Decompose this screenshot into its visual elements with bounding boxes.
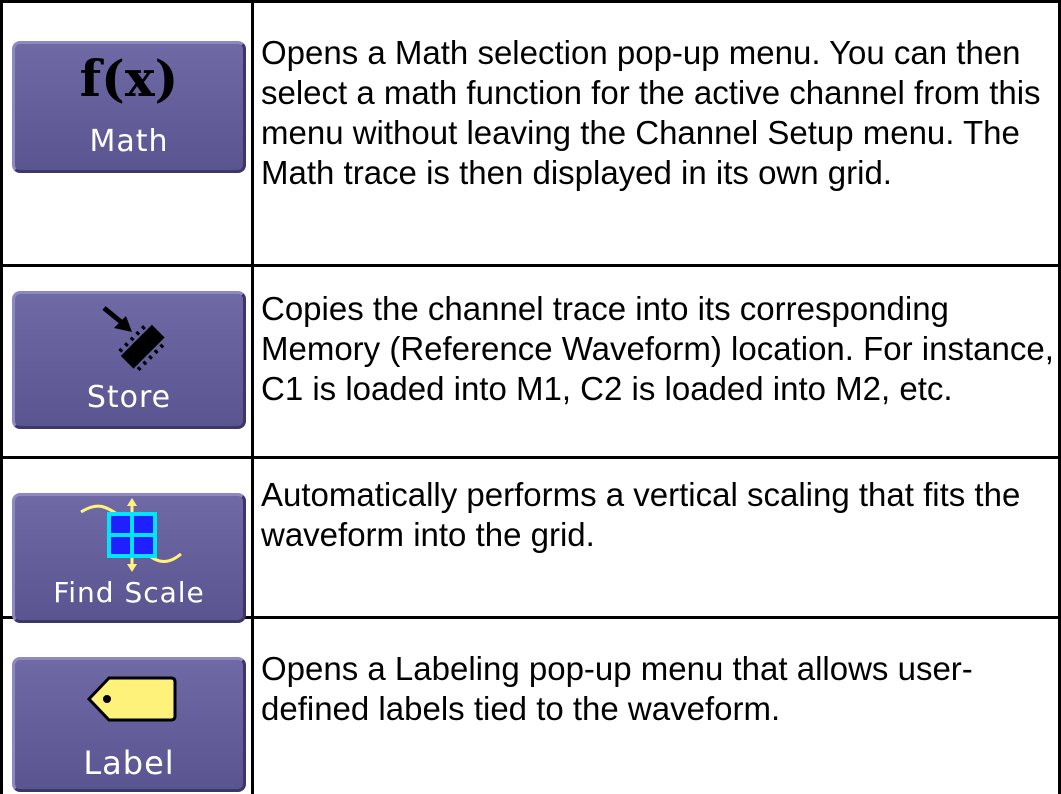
math-button-label: Math [89, 124, 169, 159]
button-cell: Store [0, 267, 254, 456]
table-row: Find Scale Automatically performs a vert… [0, 459, 1061, 623]
table-row: Store Copies the channel trace into its … [0, 267, 1061, 456]
arrow-icon [102, 306, 132, 332]
label-button-label: Label [83, 744, 175, 782]
find-scale-button[interactable]: Find Scale [12, 493, 246, 623]
store-button-label: Store [86, 380, 172, 415]
tag-label-icon [87, 676, 177, 722]
button-cell: f(x) Math [0, 3, 254, 264]
button-cell: Find Scale [0, 459, 254, 623]
label-button[interactable]: Label [12, 657, 246, 792]
table-row: Label Opens a Labeling pop-up menu that … [0, 619, 1061, 794]
description-table: f(x) Math Opens a Math selection pop-up … [0, 0, 1061, 794]
find-scale-grid-icon [80, 498, 182, 572]
button-cell: Label [0, 619, 254, 794]
fx-icon: f(x) [79, 49, 179, 108]
store-description: Copies the channel trace into its corres… [261, 290, 1054, 407]
find-scale-description: Automatically performs a vertical scalin… [261, 476, 1021, 553]
find-scale-button-label: Find Scale [53, 576, 205, 609]
table-row: f(x) Math Opens a Math selection pop-up … [0, 3, 1061, 264]
label-description: Opens a Labeling pop-up menu that allows… [261, 650, 973, 727]
math-button[interactable]: f(x) Math [12, 41, 246, 173]
store-button[interactable]: Store [12, 291, 246, 429]
math-description: Opens a Math selection pop-up menu. You … [261, 34, 1041, 191]
store-chip-arrow-icon [102, 306, 165, 372]
